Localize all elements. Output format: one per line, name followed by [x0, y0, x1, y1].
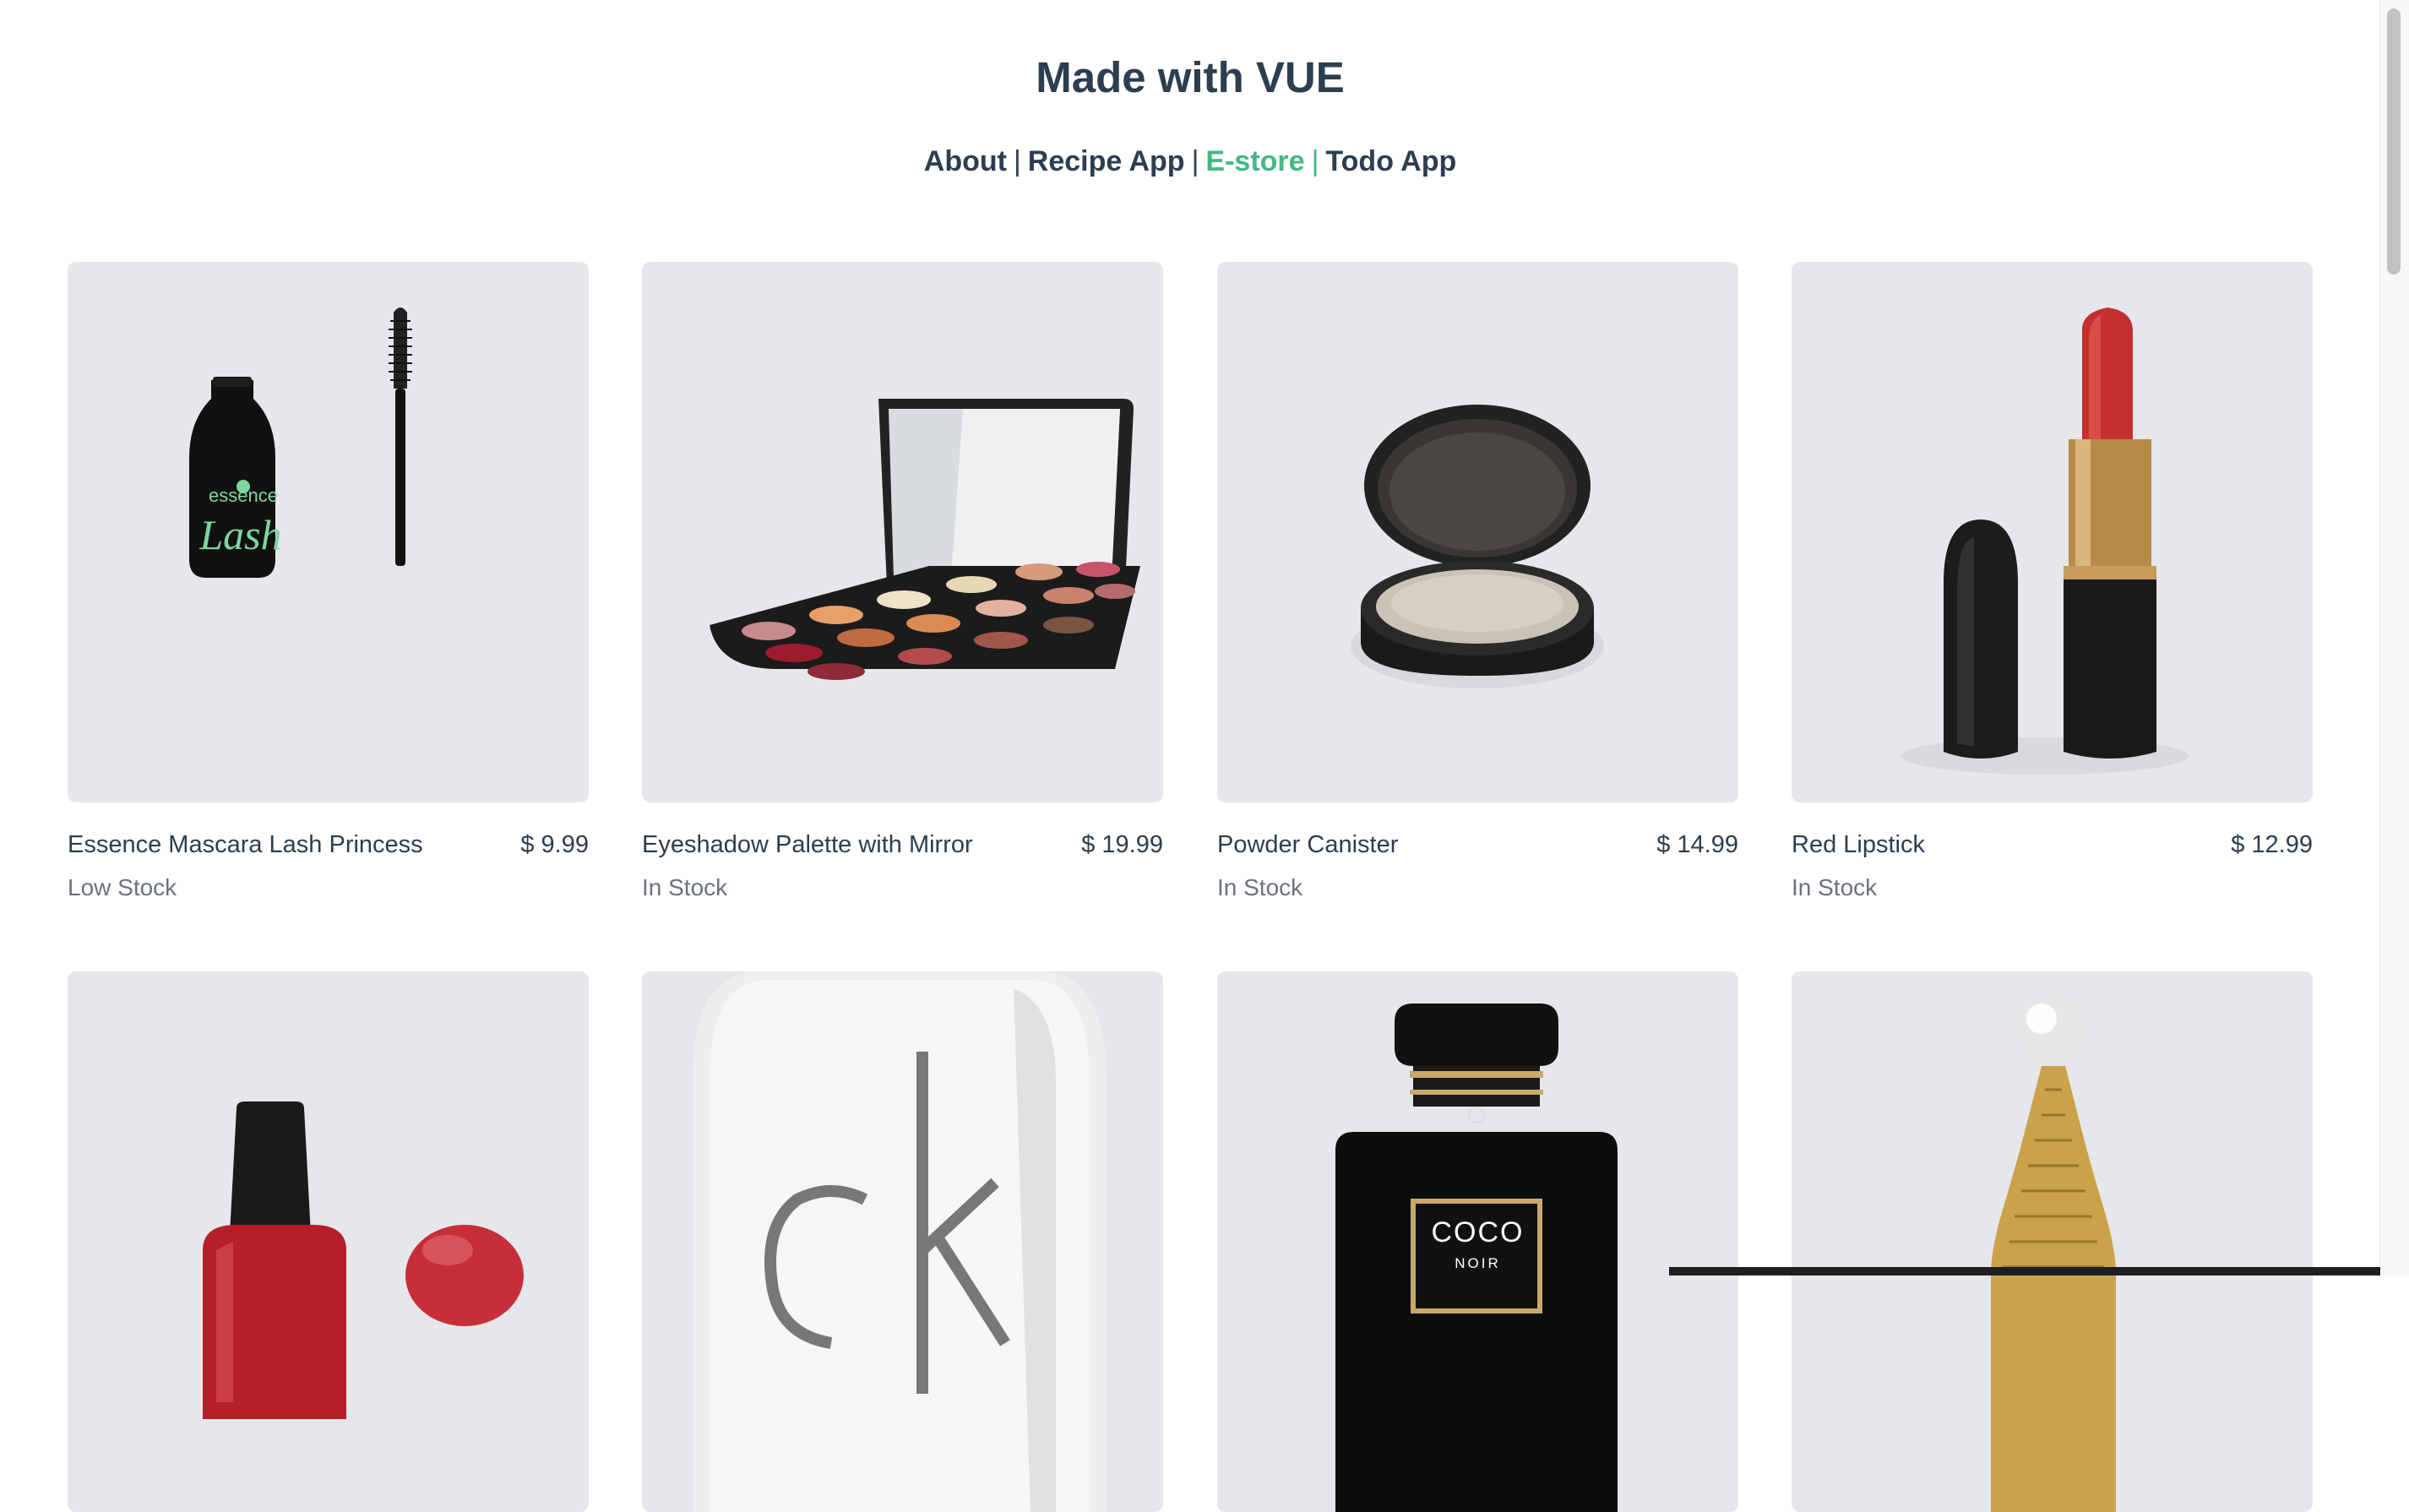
- coco-noir-perfume-image[interactable]: COCO NOIR: [1217, 971, 1738, 1512]
- stock-status: In Stock: [1792, 874, 1878, 900]
- nav-separator: |: [1311, 145, 1319, 177]
- product-card[interactable]: Red Lipstick $ 12.99 In Stock: [1792, 262, 2313, 901]
- bottom-overlay-bar: [1669, 1267, 2380, 1275]
- main-nav: About | Recipe App | E-store | Todo App: [0, 145, 2380, 178]
- gold-perfume-image[interactable]: [1792, 971, 2313, 1512]
- perfume-label-main: COCO: [1431, 1216, 1525, 1248]
- product-card[interactable]: [642, 971, 1163, 1512]
- svg-text:Lash: Lash: [198, 511, 281, 558]
- nav-link-recipe-app[interactable]: Recipe App: [1028, 145, 1185, 177]
- scrollbar-thumb[interactable]: [2387, 8, 2401, 275]
- product-card[interactable]: Eyeshadow Palette with Mirror $ 19.99 In…: [642, 262, 1163, 901]
- product-card[interactable]: [68, 971, 589, 1512]
- mascara-image[interactable]: essence Lash: [68, 262, 589, 802]
- product-name[interactable]: Essence Mascara Lash Princess: [68, 831, 423, 859]
- product-name[interactable]: Red Lipstick: [1792, 831, 1925, 859]
- nav-separator: |: [1013, 145, 1021, 177]
- nav-link-todo-app[interactable]: Todo App: [1325, 145, 1456, 177]
- nav-link-about[interactable]: About: [924, 145, 1007, 177]
- product-price: $ 19.99: [1081, 831, 1163, 858]
- stock-status: In Stock: [642, 874, 728, 900]
- vertical-scrollbar[interactable]: [2379, 0, 2409, 1275]
- nail-polish-image[interactable]: [68, 971, 589, 1512]
- page-title: Made with VUE: [1036, 53, 1345, 101]
- powder-compact-image[interactable]: [1217, 262, 1738, 802]
- product-price: $ 9.99: [520, 831, 589, 858]
- ck-perfume-image[interactable]: [642, 971, 1163, 1512]
- stock-status: Low Stock: [68, 874, 177, 900]
- eyeshadow-palette-image[interactable]: [642, 262, 1163, 802]
- product-card[interactable]: COCO NOIR: [1217, 971, 1738, 1512]
- product-card[interactable]: Powder Canister $ 14.99 In Stock: [1217, 262, 1738, 901]
- product-card[interactable]: [1792, 971, 2313, 1512]
- svg-text:essence: essence: [209, 485, 278, 506]
- product-card[interactable]: essence Lash Essence Mascara Lash Prince…: [68, 262, 589, 901]
- product-price: $ 14.99: [1656, 831, 1738, 858]
- nav-separator: |: [1191, 145, 1199, 177]
- product-name[interactable]: Powder Canister: [1217, 831, 1398, 859]
- product-name[interactable]: Eyeshadow Palette with Mirror: [642, 831, 973, 859]
- stock-status: In Stock: [1217, 874, 1303, 900]
- perfume-label-sub: NOIR: [1455, 1255, 1501, 1271]
- product-price: $ 12.99: [2231, 831, 2313, 858]
- lipstick-image[interactable]: [1792, 262, 2313, 802]
- nav-link-e-store[interactable]: E-store: [1205, 145, 1304, 177]
